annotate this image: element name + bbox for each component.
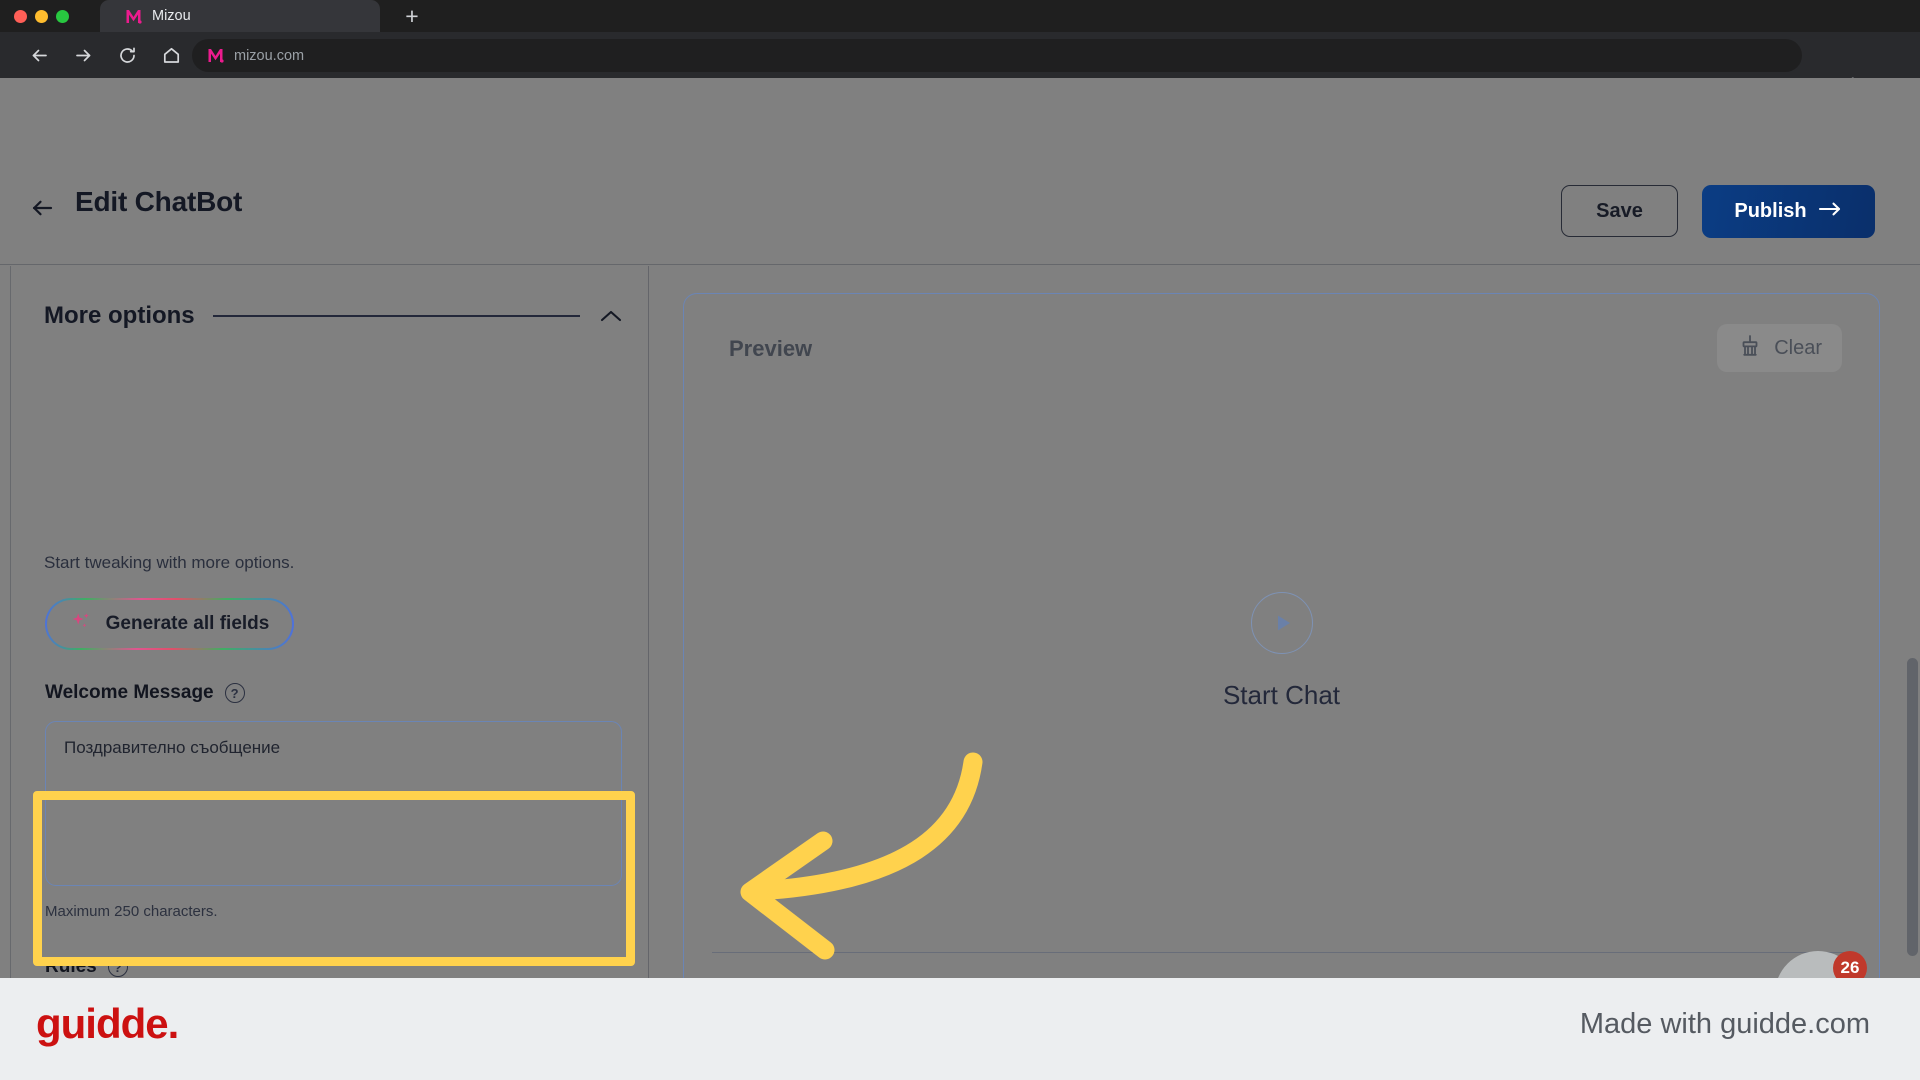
clear-button-label: Clear: [1774, 336, 1822, 359]
publish-button[interactable]: Publish: [1702, 185, 1875, 238]
reload-icon[interactable]: [110, 38, 144, 72]
rules-field-highlight: [33, 791, 635, 966]
browser-tab-title: Mizou: [152, 8, 191, 24]
minimize-window-button[interactable]: [35, 9, 48, 23]
app-viewport: Edit ChatBot Save Publish More options S…: [0, 78, 1920, 978]
mizou-m-icon: [206, 46, 225, 65]
forward-icon[interactable]: [66, 38, 100, 72]
help-icon[interactable]: ?: [224, 683, 245, 703]
sparkle-icon: [70, 610, 94, 639]
arrow-right-icon: [1818, 200, 1843, 223]
browser-toolbar: mizou.com: [0, 32, 1920, 95]
page-scrollbar[interactable]: [1906, 266, 1920, 978]
preview-panel: Preview Clear Start Chat: [683, 293, 1880, 978]
play-icon[interactable]: [1250, 592, 1313, 654]
header-divider: [0, 264, 1920, 265]
start-chat-label: Start Chat: [1222, 680, 1341, 710]
scrollbar-thumb[interactable]: [1907, 658, 1918, 956]
generate-all-fields-button[interactable]: Generate all fields: [45, 598, 294, 650]
browser-tab-bar: Mizou +: [0, 0, 1920, 32]
guidde-floating-badge[interactable]: g. 26: [1775, 951, 1867, 978]
guidde-logo: guidde.: [36, 1000, 179, 1047]
panel-divider: [648, 266, 649, 978]
page-title: Edit ChatBot: [75, 186, 243, 217]
welcome-message-label-row: Welcome Message ?: [45, 682, 245, 704]
generate-all-fields-label: Generate all fields: [105, 613, 270, 634]
guidde-badge-count: 26: [1833, 951, 1867, 978]
generate-all-fields-inner: Generate all fields: [47, 600, 292, 648]
browser-tab-mizou[interactable]: Mizou: [100, 0, 380, 32]
address-bar[interactable]: mizou.com: [192, 39, 1802, 72]
more-options-title: More options: [44, 302, 195, 329]
mizou-m-icon: [124, 7, 143, 26]
more-options-subtitle: Start tweaking with more options.: [44, 553, 295, 572]
new-tab-button[interactable]: +: [395, 2, 429, 30]
close-window-button[interactable]: [14, 9, 27, 23]
publish-button-label: Publish: [1734, 200, 1807, 222]
clear-button[interactable]: Clear: [1717, 324, 1842, 372]
maximize-window-button[interactable]: [56, 9, 69, 23]
address-bar-url: mizou.com: [234, 47, 305, 64]
preview-separator: [712, 952, 1851, 953]
broom-icon: [1737, 333, 1763, 364]
section-header-rule: [212, 315, 580, 317]
preview-title: Preview: [729, 336, 813, 361]
back-navigation-icon[interactable]: [27, 193, 57, 223]
home-icon[interactable]: [154, 38, 188, 72]
back-icon[interactable]: [22, 38, 56, 72]
guidde-footer: guidde. Made with guidde.com: [0, 978, 1920, 1080]
save-button[interactable]: Save: [1561, 185, 1678, 237]
window-traffic-lights: [14, 0, 69, 32]
more-options-section-header[interactable]: More options: [44, 302, 624, 330]
welcome-message-label: Welcome Message: [45, 682, 214, 703]
made-with-guidde-text: Made with guidde.com: [1579, 1008, 1870, 1040]
chevron-up-icon[interactable]: [598, 308, 624, 324]
start-chat-block[interactable]: Start Chat: [684, 592, 1879, 711]
